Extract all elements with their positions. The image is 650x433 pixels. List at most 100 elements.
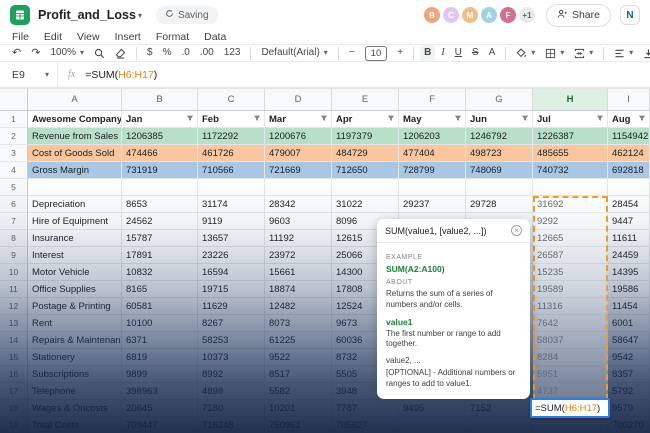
cell-g18[interactable]: 7152	[466, 400, 533, 417]
format-percent-button[interactable]: %	[159, 45, 176, 61]
cell-i13[interactable]: 6001	[608, 315, 650, 332]
filter-icon[interactable]	[253, 114, 261, 125]
cell-b18[interactable]: 20645	[122, 400, 198, 417]
cell-g3[interactable]: 498723	[466, 145, 533, 162]
cell-c19[interactable]: 716248	[198, 417, 265, 433]
column-header-i[interactable]: I	[608, 89, 650, 110]
cell-c18[interactable]: 7180	[198, 400, 265, 417]
cell-c16[interactable]: 8992	[198, 366, 265, 383]
cell-b17[interactable]: 398963	[122, 383, 198, 400]
cell-e6[interactable]: 31022	[332, 196, 399, 213]
cell-h2[interactable]: 1226387	[533, 128, 608, 145]
column-header-d[interactable]: D	[265, 89, 332, 110]
cell-b9[interactable]: 17891	[122, 247, 198, 264]
italic-button[interactable]: I	[437, 45, 448, 61]
cell-a18[interactable]: Wages & Oncosts	[28, 400, 122, 417]
cell-b10[interactable]: 10832	[122, 264, 198, 281]
column-header-g[interactable]: G	[466, 89, 533, 110]
paint-format-button[interactable]	[111, 45, 130, 61]
menu-edit[interactable]: Edit	[44, 31, 62, 43]
row-header-13[interactable]: 13	[0, 315, 28, 332]
filter-icon[interactable]	[596, 114, 604, 125]
cell-d12[interactable]: 12482	[265, 298, 332, 315]
increase-decimal-button[interactable]: .00	[196, 45, 218, 61]
row-header-3[interactable]: 3	[0, 145, 28, 162]
cell-a13[interactable]: Rent	[28, 315, 122, 332]
row-header-2[interactable]: 2	[0, 128, 28, 145]
cell-a8[interactable]: Insurance	[28, 230, 122, 247]
cell-c10[interactable]: 16594	[198, 264, 265, 281]
avatar-A[interactable]: A	[480, 7, 497, 23]
select-all-corner[interactable]	[0, 89, 28, 110]
cell-h19[interactable]	[533, 417, 608, 433]
cell-a9[interactable]: Interest	[28, 247, 122, 264]
redo-button[interactable]: ↷	[27, 45, 44, 61]
cell-c5[interactable]	[198, 179, 265, 196]
cell-b4[interactable]: 731919	[122, 162, 198, 179]
cell-d16[interactable]: 8517	[265, 366, 332, 383]
horizontal-align-button[interactable]: ▾	[610, 45, 637, 61]
cell-h9[interactable]: 26587	[533, 247, 608, 264]
cell-b8[interactable]: 15787	[122, 230, 198, 247]
cell-h16[interactable]: 5951	[533, 366, 608, 383]
cell-b11[interactable]: 8165	[122, 281, 198, 298]
cell-d5[interactable]	[265, 179, 332, 196]
cell-b16[interactable]: 9899	[122, 366, 198, 383]
decrease-decimal-button[interactable]: .0	[178, 45, 194, 61]
filter-icon[interactable]	[521, 114, 529, 125]
cell-b5[interactable]	[122, 179, 198, 196]
cell-a7[interactable]: Hire of Equipment	[28, 213, 122, 230]
document-title-menu[interactable]: Profit_and_Loss ▾	[38, 8, 142, 22]
column-header-f[interactable]: F	[399, 89, 466, 110]
cell-b7[interactable]: 24562	[122, 213, 198, 230]
cell-a3[interactable]: Cost of Goods Sold	[28, 145, 122, 162]
cell-g5[interactable]	[466, 179, 533, 196]
cell-c17[interactable]: 4898	[198, 383, 265, 400]
cell-e2[interactable]: 1197379	[332, 128, 399, 145]
cell-f5[interactable]	[399, 179, 466, 196]
cell-c12[interactable]: 11629	[198, 298, 265, 315]
profile-avatar[interactable]: N	[620, 5, 640, 25]
cell-d8[interactable]: 11192	[265, 230, 332, 247]
row-header-5[interactable]: 5	[0, 179, 28, 196]
cell-b6[interactable]: 8653	[122, 196, 198, 213]
font-size-increase-button[interactable]: +	[393, 45, 407, 61]
cell-i9[interactable]: 24459	[608, 247, 650, 264]
cell-g1[interactable]: Jun	[466, 111, 533, 128]
cell-g2[interactable]: 1246792	[466, 128, 533, 145]
cell-a10[interactable]: Motor Vehicle	[28, 264, 122, 281]
avatar-B[interactable]: B	[423, 7, 440, 23]
cell-i10[interactable]: 14395	[608, 264, 650, 281]
cell-d15[interactable]: 9522	[265, 349, 332, 366]
format-number-button[interactable]: 123	[220, 45, 245, 61]
cell-i15[interactable]: 9542	[608, 349, 650, 366]
merge-cells-button[interactable]: ▾	[570, 45, 597, 61]
filter-icon[interactable]	[320, 114, 328, 125]
undo-button[interactable]: ↶	[8, 45, 25, 61]
cell-e18[interactable]: 7787	[332, 400, 399, 417]
cell-d2[interactable]: 1200676	[265, 128, 332, 145]
cell-d1[interactable]: Mar	[265, 111, 332, 128]
cell-i2[interactable]: 1154942	[608, 128, 650, 145]
fill-color-button[interactable]: ▾	[512, 45, 539, 61]
row-header-1[interactable]: 1	[0, 111, 28, 128]
cell-d19[interactable]: 750961	[265, 417, 332, 433]
cell-h11[interactable]: 19589	[533, 281, 608, 298]
formula-input[interactable]: =SUM(H6:H17)	[85, 69, 157, 81]
cell-f2[interactable]: 1206203	[399, 128, 466, 145]
name-box[interactable]: E9 ▾	[0, 62, 58, 87]
cell-e5[interactable]	[332, 179, 399, 196]
cell-a2[interactable]: Revenue from Sales	[28, 128, 122, 145]
cell-g19[interactable]	[466, 417, 533, 433]
cell-b19[interactable]: 709447	[122, 417, 198, 433]
menu-insert[interactable]: Insert	[115, 31, 141, 43]
cell-c7[interactable]: 9119	[198, 213, 265, 230]
row-header-17[interactable]: 17	[0, 383, 28, 400]
cell-g4[interactable]: 748069	[466, 162, 533, 179]
cell-a6[interactable]: Depreciation	[28, 196, 122, 213]
cell-a14[interactable]: Repairs & Maintenance	[28, 332, 122, 349]
cell-a15[interactable]: Stationery	[28, 349, 122, 366]
close-icon[interactable]: ×	[511, 225, 522, 236]
font-size-decrease-button[interactable]: −	[345, 45, 359, 61]
cell-f18[interactable]: 9495	[399, 400, 466, 417]
